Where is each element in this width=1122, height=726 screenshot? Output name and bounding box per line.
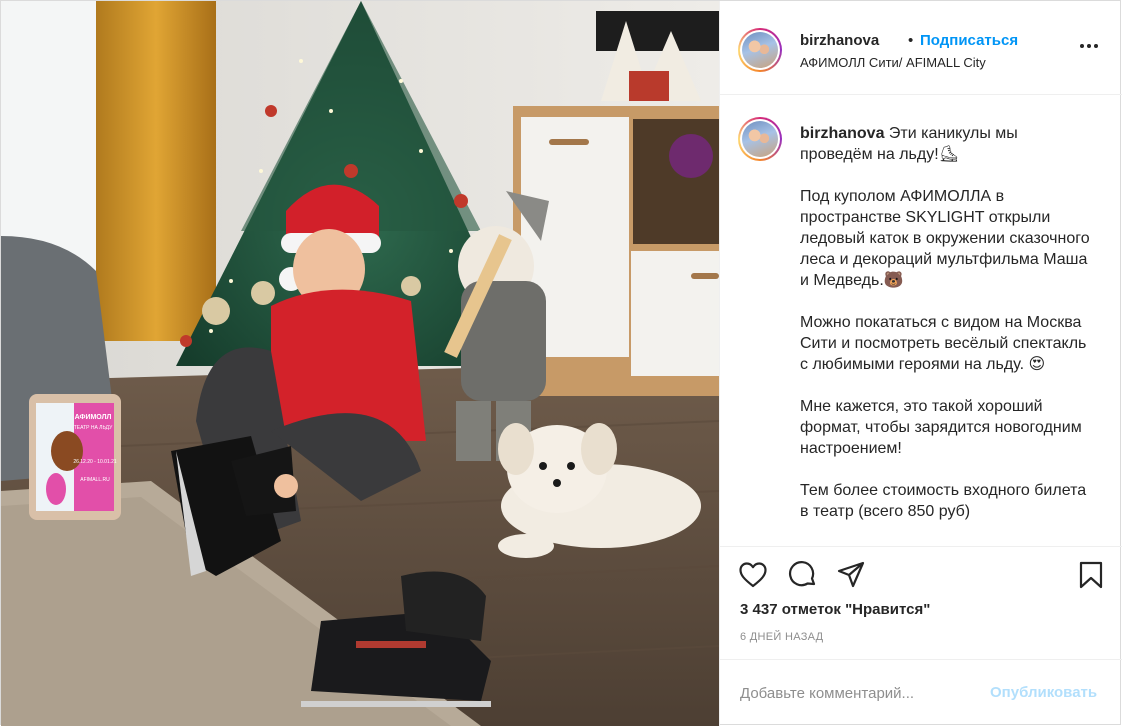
tablet-dates: 26.12.20 - 10.01.21 — [73, 459, 117, 465]
instagram-post: АФИМОЛЛ ТЕАТР НА ЛЬДУ 26.12.20 - 10.01.2… — [0, 0, 1122, 726]
header-separator-dot: • — [908, 32, 914, 49]
publish-button[interactable]: Опубликовать — [990, 684, 1097, 701]
likes-count[interactable]: 3 437 отметок "Нравится" — [740, 601, 930, 618]
follow-button[interactable]: Подписаться — [920, 32, 1018, 49]
action-bar — [720, 546, 1122, 596]
heart-icon[interactable] — [738, 560, 768, 590]
caption-text: birzhanova Эти каникулы мы проведём на л… — [800, 123, 1090, 522]
comment-bar: Опубликовать — [720, 659, 1122, 726]
caption-area[interactable]: birzhanova Эти каникулы мы проведём на л… — [720, 95, 1120, 546]
avatar[interactable] — [738, 28, 782, 72]
location-link[interactable]: АФИМОЛЛ Сити/ AFIMALL City — [800, 55, 986, 70]
post-header: birzhanova • Подписаться АФИМОЛЛ Сити/ A… — [720, 1, 1122, 95]
comment-icon[interactable] — [788, 560, 818, 590]
caption-avatar[interactable] — [738, 117, 782, 161]
curtain — [96, 1, 216, 341]
post-side-panel: birzhanova • Подписаться АФИМОЛЛ Сити/ A… — [719, 1, 1122, 726]
caption-scrollbar[interactable] — [1110, 103, 1114, 533]
tablet-line2: ТЕАТР НА ЛЬДУ — [74, 425, 113, 431]
caption-body: Эти каникулы мы проведём на льду!⛸ Под к… — [800, 125, 1090, 520]
tablet: АФИМОЛЛ ТЕАТР НА ЛЬДУ 26.12.20 - 10.01.2… — [29, 394, 121, 520]
caption-username[interactable]: birzhanova — [800, 125, 884, 142]
post-photo[interactable]: АФИМОЛЛ ТЕАТР НА ЛЬДУ 26.12.20 - 10.01.2… — [1, 1, 719, 726]
tablet-site: AFIMALL.RU — [80, 477, 110, 483]
comment-input[interactable] — [740, 682, 980, 704]
tablet-brand: АФИМОЛЛ — [75, 414, 112, 421]
post-date[interactable]: 6 ДНЕЙ НАЗАД — [740, 631, 823, 643]
share-icon[interactable] — [836, 560, 866, 590]
bookmark-icon[interactable] — [1076, 560, 1106, 590]
more-icon[interactable] — [1080, 37, 1102, 53]
header-username[interactable]: birzhanova — [800, 32, 879, 49]
